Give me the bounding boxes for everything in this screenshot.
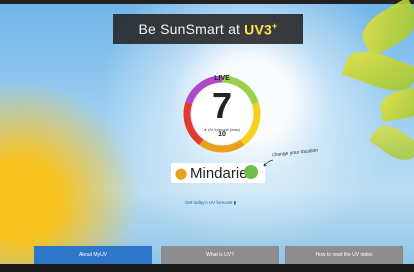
calendar-icon: ▮: [233, 200, 237, 205]
location-pin-icon: ⬤: [174, 167, 188, 180]
tab-how-to-read-uv-index[interactable]: How to read the UV index: [285, 246, 403, 264]
go-arrow-icon[interactable]: [244, 165, 258, 179]
app-screen: Be SunSmart at UV3+ LIVE 7 ● UV forecast…: [0, 0, 414, 272]
location-name: Mindarie: [190, 164, 248, 182]
peak-forecast-value: 10: [218, 131, 226, 138]
tab-what-is-uv[interactable]: What is UV?: [161, 246, 279, 264]
live-label: LIVE: [214, 75, 230, 82]
forecast-link[interactable]: Get today's UV forecast ▮: [185, 200, 236, 206]
page-title: Be SunSmart at UV3+: [113, 14, 303, 44]
bottom-border: [0, 264, 414, 272]
hint-arrow-icon: [263, 159, 274, 167]
decorative-leaf: [377, 85, 414, 123]
brand-name: UV3+: [244, 20, 278, 38]
decorative-leaf: [368, 119, 414, 167]
brand-plus: +: [272, 20, 278, 31]
change-location-hint: change your location: [271, 147, 319, 159]
uv-index-value: 7: [211, 85, 233, 126]
tab-about-myuv[interactable]: About MyUV: [34, 246, 152, 264]
title-prefix: Be SunSmart at: [138, 21, 241, 37]
top-border: [0, 0, 414, 4]
decorative-leaf: [355, 0, 414, 58]
